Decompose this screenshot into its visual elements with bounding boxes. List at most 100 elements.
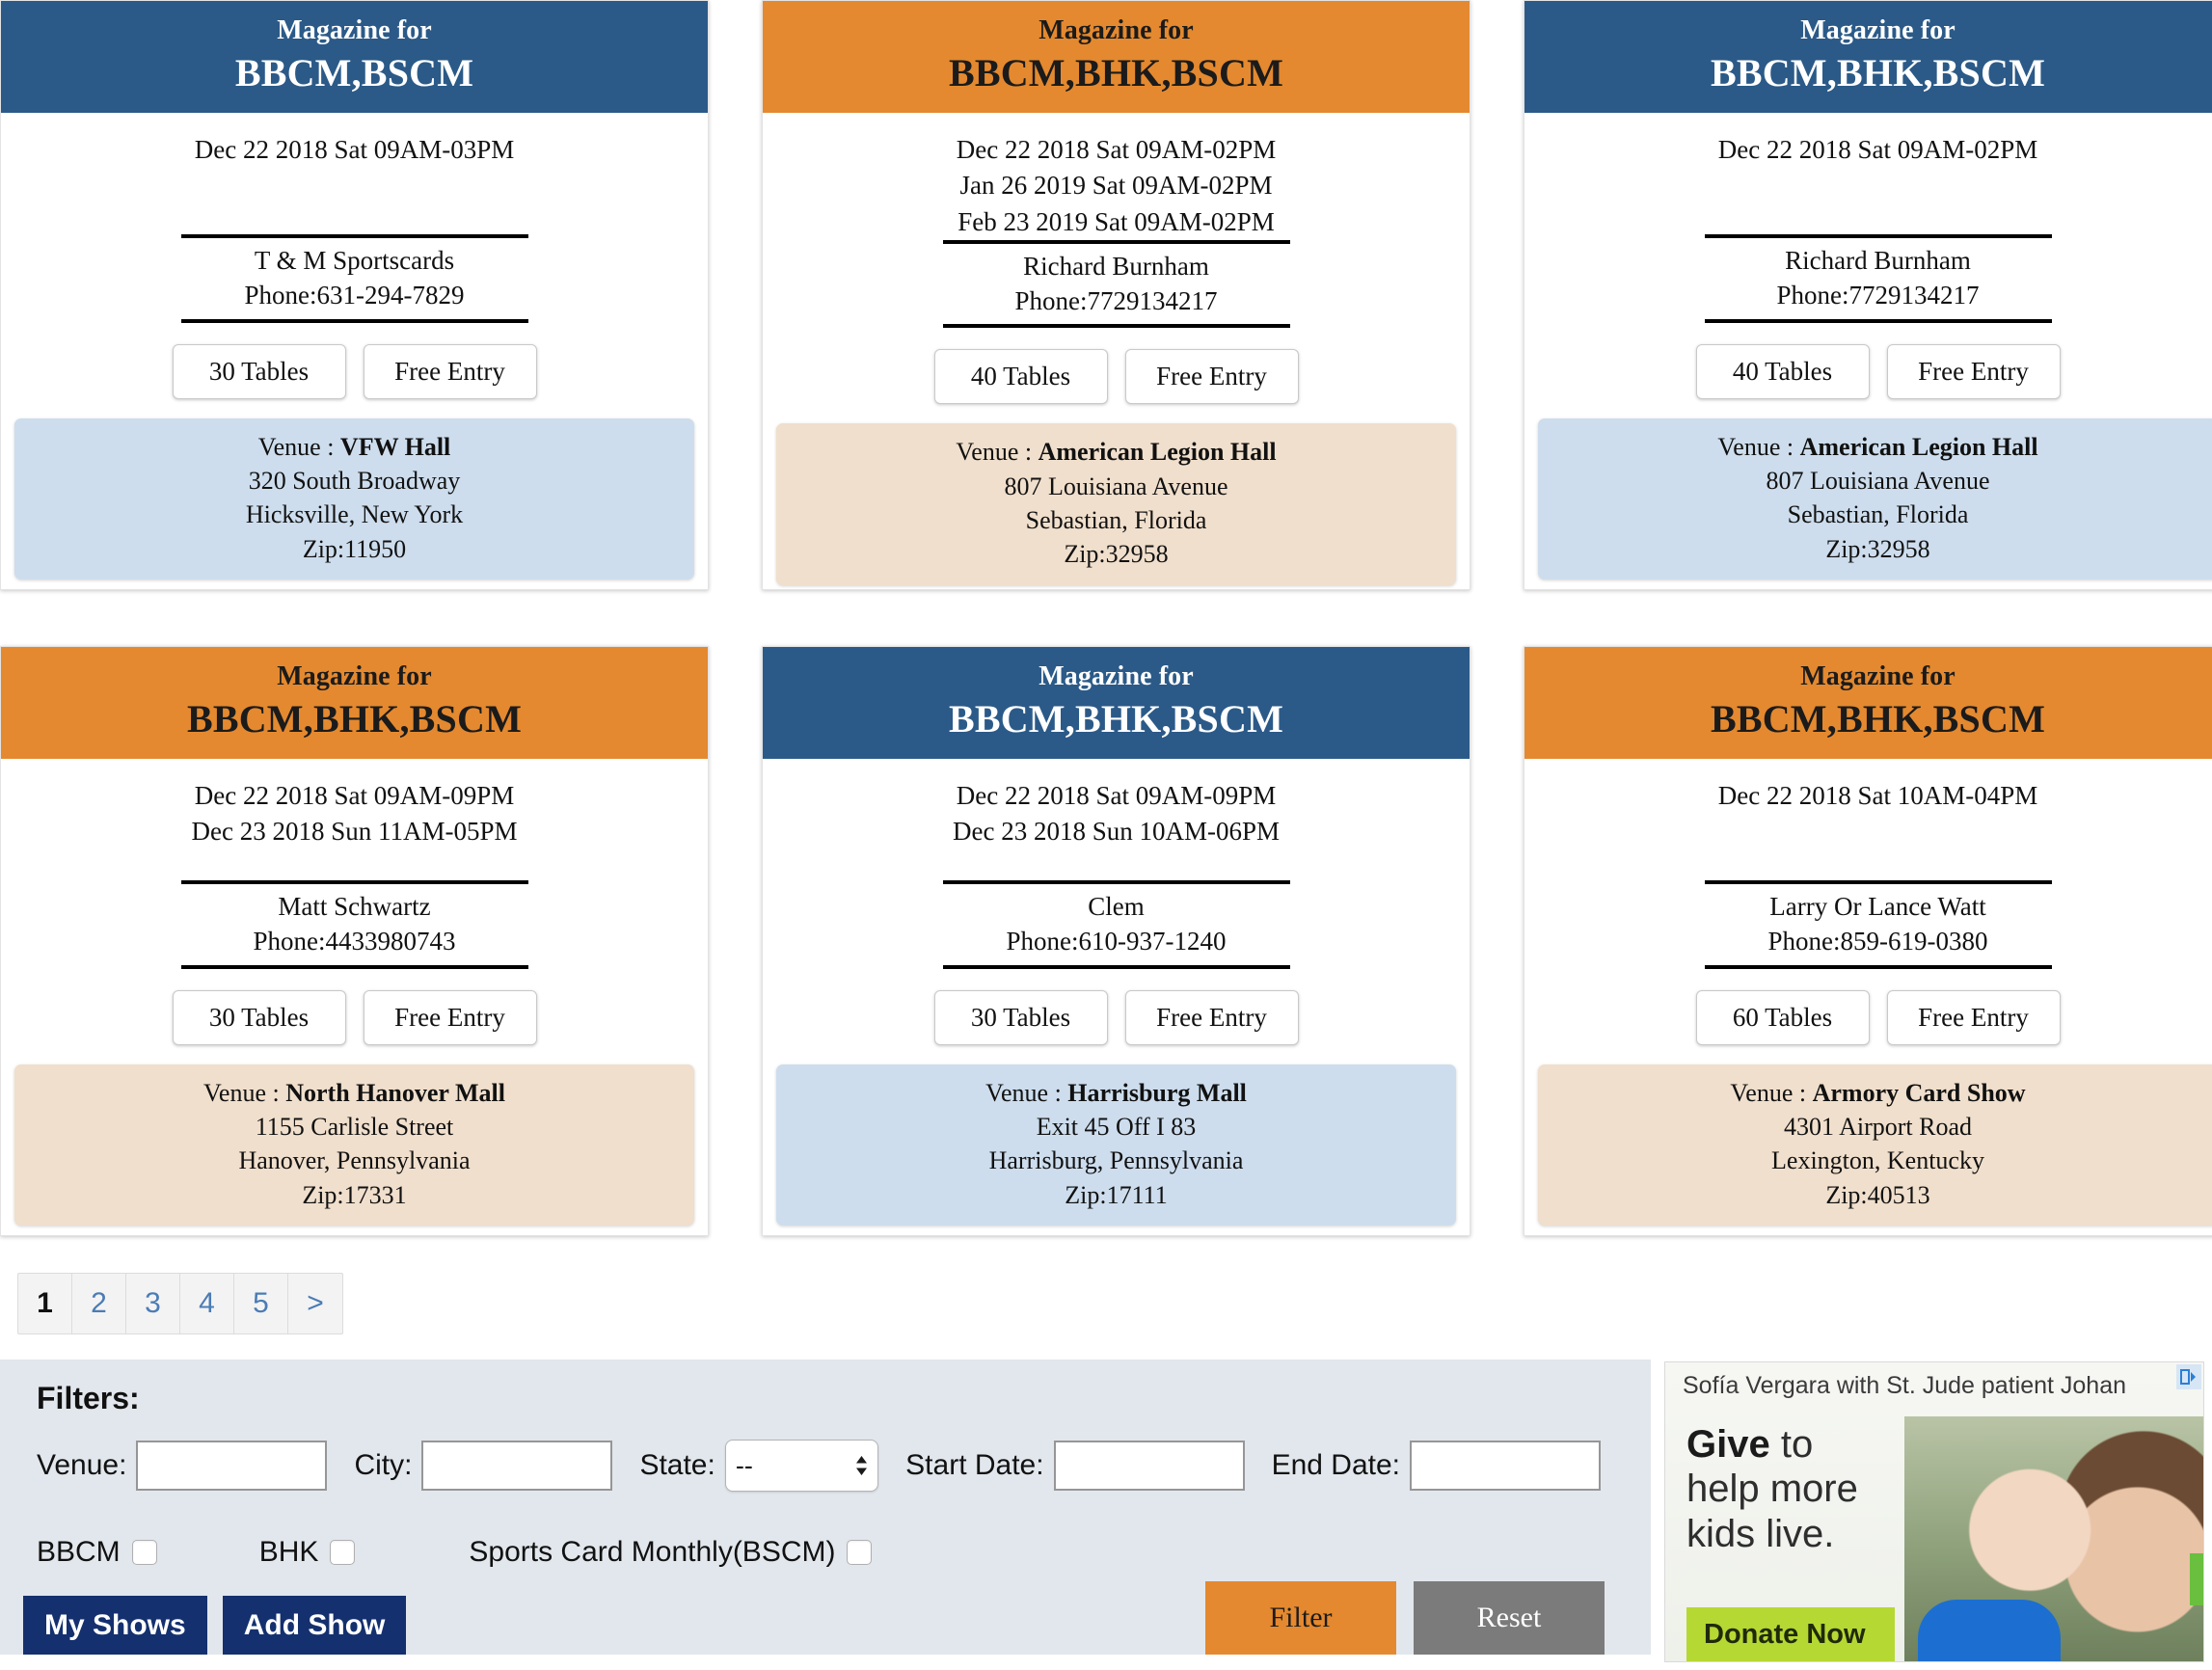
- card-body: Dec 22 2018 Sat 09AM-03PM T & M Sportsca…: [1, 113, 708, 589]
- page-link-4[interactable]: 4: [180, 1274, 234, 1333]
- contact-block: Larry Or Lance Watt Phone:859-619-0380: [1704, 880, 2052, 969]
- end-date-filter-input[interactable]: [1410, 1441, 1601, 1491]
- venue-name: North Hanover Mall: [285, 1078, 505, 1107]
- advertisement-wrap: Sofía Vergara with St. Jude patient Joha…: [1651, 1360, 2212, 1662]
- adchoices-icon[interactable]: [2176, 1364, 2201, 1389]
- checkbox-input[interactable]: [131, 1540, 157, 1565]
- state-filter-value: --: [735, 1450, 753, 1480]
- venue-address: 807 Louisiana Avenue: [1766, 466, 1990, 495]
- venue-name: VFW Hall: [339, 432, 451, 461]
- checkbox-group: BHK: [259, 1536, 356, 1569]
- entry-chip: Free Entry: [1124, 989, 1299, 1045]
- venue-title: Venue : North Hanover Mall: [24, 1076, 685, 1110]
- bottom-row: Filters: Venue: City: State: -- Start Da…: [0, 1360, 2212, 1662]
- ad-green-accent: [2190, 1553, 2203, 1605]
- show-dates: Dec 22 2018 Sat 09AM-03PM: [14, 113, 694, 229]
- venue-zip: Zip:32958: [1825, 534, 1930, 563]
- ad-headline: Give to help more kids live.: [1686, 1422, 1858, 1556]
- venue-zip: Zip:32958: [1064, 540, 1169, 569]
- checkbox-input[interactable]: [330, 1540, 356, 1565]
- ad-headline-rest: to: [1769, 1423, 1814, 1466]
- filters-panel: Filters: Venue: City: State: -- Start Da…: [0, 1360, 1651, 1655]
- ad-caption: Sofía Vergara with St. Jude patient Joha…: [1683, 1372, 2127, 1399]
- show-card[interactable]: Magazine for BBCM,BHK,BSCM Dec 22 2018 S…: [1524, 0, 2212, 590]
- checkbox-input[interactable]: [847, 1540, 873, 1565]
- show-card[interactable]: Magazine for BBCM,BHK,BSCM Dec 22 2018 S…: [762, 0, 1470, 590]
- page-link-1[interactable]: 1: [18, 1274, 72, 1333]
- contact-block: Clem Phone:610-937-1240: [942, 880, 1290, 969]
- page-link-5[interactable]: 5: [234, 1274, 288, 1333]
- magazine-for-label: Magazine for: [277, 15, 432, 45]
- venue-title: Venue : American Legion Hall: [1548, 430, 2208, 464]
- show-date: Dec 22 2018 Sat 10AM-04PM: [1717, 781, 2038, 811]
- advertisement[interactable]: Sofía Vergara with St. Jude patient Joha…: [1664, 1361, 2204, 1662]
- show-date: Dec 23 2018 Sun 10AM-06PM: [952, 817, 1280, 847]
- venue-address: 4301 Airport Road: [1784, 1112, 1972, 1141]
- tables-chip: 30 Tables: [933, 989, 1108, 1045]
- contact-name: T & M Sportscards: [254, 246, 455, 276]
- card-body: Dec 22 2018 Sat 09AM-09PM Dec 23 2018 Sun…: [763, 759, 1470, 1235]
- contact-phone: Phone:610-937-1240: [1006, 926, 1227, 956]
- card-body: Dec 22 2018 Sat 09AM-09PM Dec 23 2018 Sun…: [1, 759, 708, 1235]
- tables-chip: 40 Tables: [1695, 343, 1870, 399]
- venue-box: Venue : North Hanover Mall 1155 Carlisle…: [14, 1064, 694, 1226]
- contact-phone: Phone:7729134217: [1014, 285, 1218, 315]
- venue-title: Venue : VFW Hall: [24, 430, 685, 464]
- filter-button[interactable]: Filter: [1205, 1581, 1396, 1655]
- magazine-for-label: Magazine for: [1800, 661, 1956, 691]
- state-filter-select[interactable]: --: [724, 1440, 879, 1492]
- add-show-button[interactable]: Add Show: [222, 1596, 407, 1655]
- contact-phone: Phone:631-294-7829: [244, 280, 465, 310]
- magazine-for-label: Magazine for: [1800, 15, 1956, 45]
- venue-title: Venue : American Legion Hall: [786, 435, 1446, 469]
- magazine-for-label: Magazine for: [277, 661, 432, 691]
- card-body: Dec 22 2018 Sat 10AM-04PM Larry Or Lance…: [1524, 759, 2212, 1235]
- tables-chip: 40 Tables: [933, 349, 1108, 405]
- city-filter-label: City:: [354, 1449, 413, 1481]
- venue-name: American Legion Hall: [1038, 438, 1277, 467]
- venue-city-state: Sebastian, Florida: [1787, 500, 1969, 529]
- magazine-codes: BBCM,BHK,BSCM: [1710, 51, 2046, 95]
- pagination[interactable]: 1 2 3 4 5 >: [17, 1273, 343, 1334]
- venue-name: American Legion Hall: [1799, 432, 2038, 461]
- venue-label: Venue :: [1717, 432, 1800, 461]
- start-date-filter-input[interactable]: [1053, 1441, 1245, 1491]
- show-dates: Dec 22 2018 Sat 09AM-02PM: [1538, 113, 2212, 229]
- chevron-updown-icon: [854, 1455, 869, 1476]
- page-link-2[interactable]: 2: [72, 1274, 126, 1333]
- venue-zip: Zip:17111: [1065, 1180, 1168, 1209]
- show-date: Dec 22 2018 Sat 09AM-03PM: [194, 135, 515, 165]
- venue-zip: Zip:40513: [1825, 1180, 1930, 1209]
- venue-label: Venue :: [257, 432, 340, 461]
- venue-label: Venue :: [1730, 1078, 1813, 1107]
- show-card[interactable]: Magazine for BBCM,BHK,BSCM Dec 22 2018 S…: [1524, 646, 2212, 1236]
- checkbox-group: Sports Card Monthly(BSCM): [469, 1536, 873, 1569]
- venue-city-state: Harrisburg, Pennsylvania: [988, 1146, 1244, 1175]
- page-link-3[interactable]: 3: [126, 1274, 180, 1333]
- reset-button[interactable]: Reset: [1414, 1581, 1605, 1655]
- ad-donate-now-button[interactable]: Donate Now: [1686, 1607, 1895, 1661]
- show-date: Dec 23 2018 Sun 11AM-05PM: [191, 817, 518, 847]
- contact-phone: Phone:4433980743: [253, 926, 456, 956]
- venue-filter-input[interactable]: [136, 1441, 328, 1491]
- contact-name: Richard Burnham: [1785, 246, 1971, 276]
- show-date: Dec 22 2018 Sat 09AM-02PM: [1717, 135, 2038, 165]
- my-shows-button[interactable]: My Shows: [23, 1596, 207, 1655]
- venue-box: Venue : VFW Hall 320 South Broadway Hick…: [14, 418, 694, 579]
- end-date-filter-label: End Date:: [1271, 1449, 1400, 1481]
- magazine-codes: BBCM,BHK,BSCM: [1710, 697, 2046, 741]
- show-card[interactable]: Magazine for BBCM,BSCM Dec 22 2018 Sat 0…: [0, 0, 709, 590]
- entry-chip: Free Entry: [1124, 349, 1299, 405]
- tables-chip: 30 Tables: [172, 989, 346, 1045]
- card-body: Dec 22 2018 Sat 09AM-02PM Jan 26 2019 Sat…: [763, 113, 1470, 589]
- city-filter-input[interactable]: [421, 1441, 613, 1491]
- entry-chip: Free Entry: [363, 989, 537, 1045]
- show-card[interactable]: Magazine for BBCM,BHK,BSCM Dec 22 2018 S…: [762, 646, 1470, 1236]
- shows-grid: Magazine for BBCM,BSCM Dec 22 2018 Sat 0…: [0, 0, 2212, 1236]
- card-body: Dec 22 2018 Sat 09AM-02PM Richard Burnha…: [1524, 113, 2212, 589]
- page-link-next[interactable]: >: [288, 1274, 342, 1333]
- magazine-codes: BBCM,BHK,BSCM: [948, 51, 1284, 95]
- show-card[interactable]: Magazine for BBCM,BHK,BSCM Dec 22 2018 S…: [0, 646, 709, 1236]
- chips-row: 30 Tables Free Entry: [14, 343, 694, 399]
- chips-row: 60 Tables Free Entry: [1538, 989, 2212, 1045]
